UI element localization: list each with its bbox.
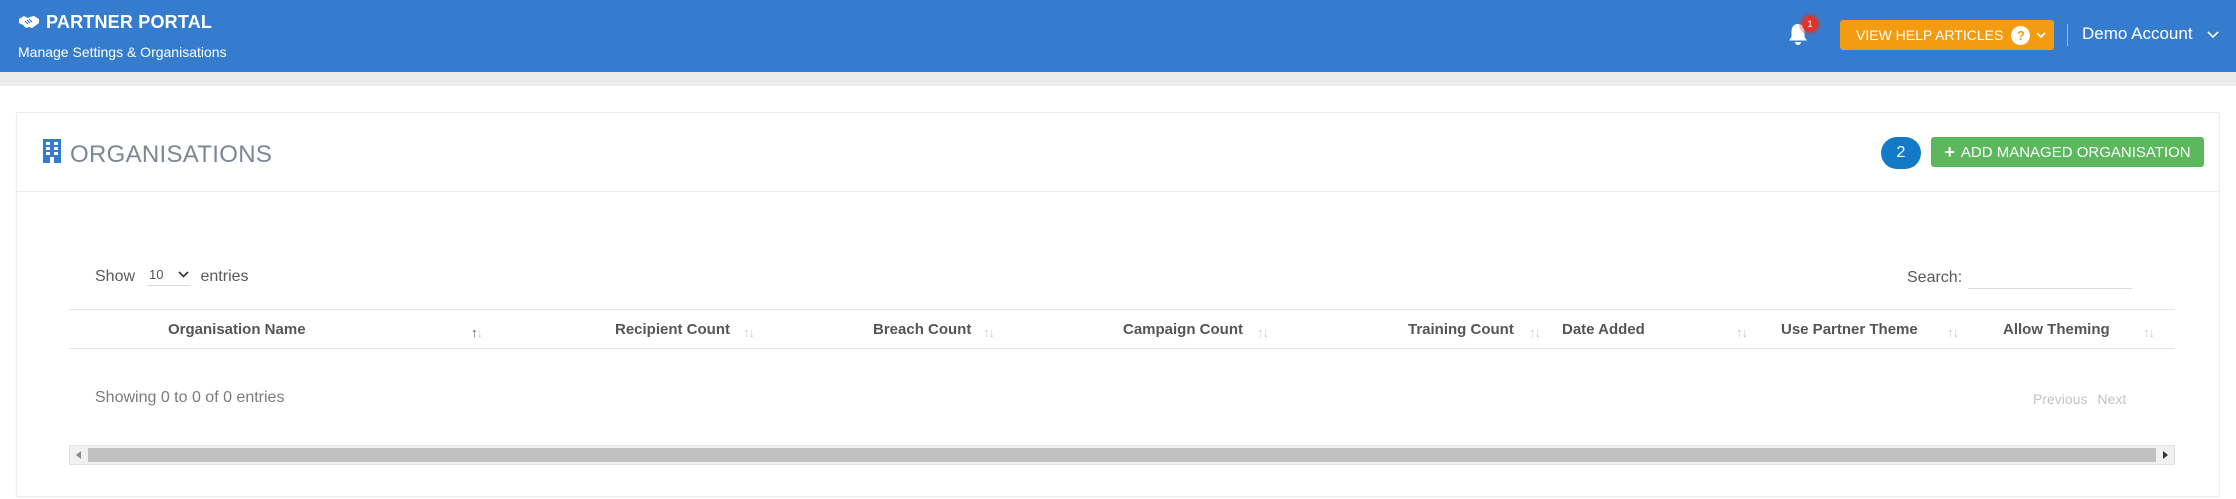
table-header-bottom-border bbox=[69, 348, 2175, 349]
sort-icon: ↑↓ bbox=[2143, 325, 2155, 340]
sort-icon: ↑↓ bbox=[1257, 325, 1269, 340]
brand-title-text: PARTNER PORTAL bbox=[46, 11, 213, 32]
brand-title: PARTNER PORTAL bbox=[18, 11, 227, 33]
sort-icon: ↑↓ bbox=[1736, 325, 1748, 340]
column-header-allow-theming[interactable]: Allow Theming bbox=[2003, 321, 2110, 338]
view-help-articles-button[interactable]: VIEW HELP ARTICLES ? bbox=[1840, 20, 2054, 50]
column-header-recipient-count[interactable]: Recipient Count bbox=[615, 321, 730, 338]
organisations-panel: ORGANISATIONS 2 + ADD MANAGED ORGANISATI… bbox=[16, 112, 2220, 497]
column-header-breach-count[interactable]: Breach Count bbox=[873, 321, 971, 338]
add-managed-organisation-button[interactable]: + ADD MANAGED ORGANISATION bbox=[1931, 137, 2204, 167]
help-button-label: VIEW HELP ARTICLES bbox=[1856, 27, 2004, 43]
search-label: Search: bbox=[1907, 269, 1963, 286]
building-icon bbox=[43, 139, 61, 170]
page-size-value: 10 bbox=[149, 267, 164, 282]
column-header-training-count[interactable]: Training Count bbox=[1408, 321, 1514, 338]
plus-icon: + bbox=[1944, 142, 1955, 162]
top-navbar: PARTNER PORTAL Manage Settings & Organis… bbox=[0, 0, 2236, 72]
notifications-button[interactable]: 1 bbox=[1787, 16, 1818, 50]
page-size-select[interactable]: 10 bbox=[147, 267, 191, 286]
search-input[interactable] bbox=[1968, 267, 2133, 289]
handshake-icon bbox=[18, 15, 40, 29]
account-menu[interactable]: Demo Account bbox=[2082, 24, 2219, 44]
brand: PARTNER PORTAL Manage Settings & Organis… bbox=[18, 11, 227, 61]
next-page-button[interactable]: Next bbox=[2097, 391, 2126, 407]
notification-count-badge: 1 bbox=[1802, 16, 1818, 32]
organisation-count-badge: 2 bbox=[1881, 137, 1921, 169]
account-name: Demo Account bbox=[2082, 24, 2193, 43]
question-icon: ? bbox=[2011, 25, 2031, 45]
sort-icon: ↑↓ bbox=[1947, 325, 1959, 340]
page-title-text: ORGANISATIONS bbox=[70, 140, 273, 168]
horizontal-scrollbar[interactable] bbox=[69, 445, 2175, 465]
entries-label: entries bbox=[200, 267, 249, 285]
page-title: ORGANISATIONS bbox=[43, 139, 272, 170]
scrollbar-thumb[interactable] bbox=[88, 448, 2156, 462]
sub-header-strip bbox=[0, 72, 2236, 86]
header-divider bbox=[2067, 24, 2068, 46]
sort-asc-icon: ↑↓ bbox=[471, 325, 483, 340]
chevron-down-icon bbox=[2036, 31, 2046, 39]
pagination: Previous Next bbox=[2033, 391, 2126, 407]
column-header-use-partner-theme[interactable]: Use Partner Theme bbox=[1781, 321, 1918, 338]
show-label: Show bbox=[95, 267, 136, 285]
chevron-down-icon bbox=[177, 271, 189, 278]
table-info: Showing 0 to 0 of 0 entries bbox=[95, 389, 285, 406]
column-header-campaign-count[interactable]: Campaign Count bbox=[1123, 321, 1243, 338]
previous-page-button[interactable]: Previous bbox=[2033, 391, 2087, 407]
chevron-down-icon bbox=[2206, 24, 2219, 44]
sort-icon: ↑↓ bbox=[743, 325, 755, 340]
add-button-label: ADD MANAGED ORGANISATION bbox=[1960, 143, 2191, 161]
page-size-control: Show 10 entries bbox=[95, 267, 249, 286]
table-header-top-border bbox=[69, 309, 2175, 310]
scroll-right-icon[interactable] bbox=[2156, 446, 2174, 464]
search-control: Search: bbox=[1907, 267, 2133, 289]
brand-subtitle: Manage Settings & Organisations bbox=[18, 44, 227, 60]
column-header-date-added[interactable]: Date Added bbox=[1562, 321, 1645, 338]
column-header-organisation-name[interactable]: Organisation Name bbox=[168, 321, 306, 338]
sort-icon: ↑↓ bbox=[1529, 325, 1541, 340]
scroll-left-icon[interactable] bbox=[70, 446, 88, 464]
panel-header: ORGANISATIONS 2 + ADD MANAGED ORGANISATI… bbox=[17, 113, 2219, 192]
sort-icon: ↑↓ bbox=[983, 325, 995, 340]
